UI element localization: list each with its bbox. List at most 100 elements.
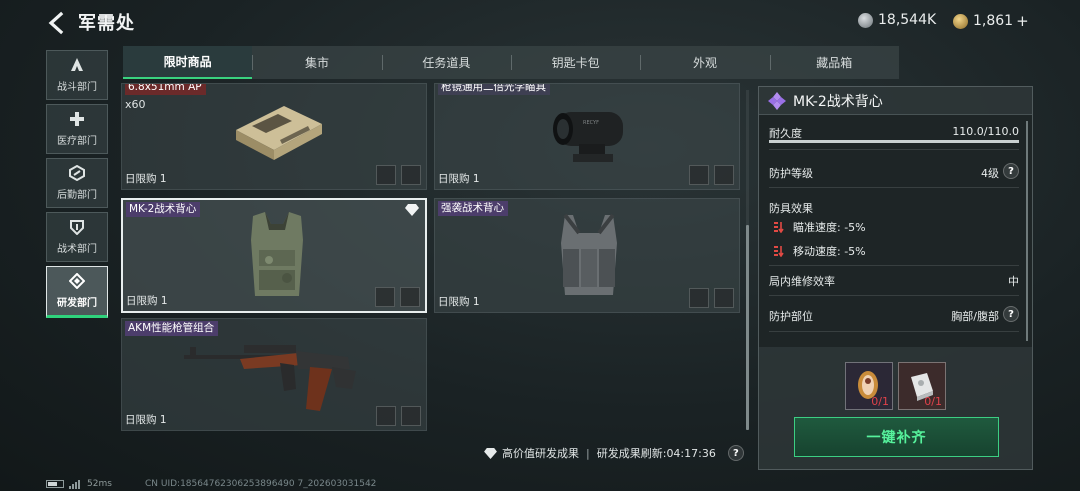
divider: [769, 265, 1019, 266]
repair-efficiency-row: 局内维修效率 中: [769, 273, 1019, 289]
debuff-icon: [774, 246, 784, 257]
refresh-timer: 04:17:36: [666, 446, 716, 460]
item-quantity: x60: [125, 98, 146, 111]
effect-label: 移动速度: -5%: [793, 245, 866, 258]
debuff-icon: [774, 222, 784, 233]
effect-row: 瞄准速度: -5%: [773, 219, 866, 235]
status-bar: 52ms: [46, 479, 112, 489]
gold-currency: 1,861 +: [953, 12, 1029, 30]
research-icon: [69, 273, 85, 289]
item-card-akm-barrel[interactable]: AKM性能枪管组合 日限购 1: [121, 318, 427, 431]
detail-scrollbar[interactable]: [1026, 121, 1028, 341]
vest-icon: [251, 212, 303, 296]
tab-key-cards[interactable]: 钥匙卡包: [510, 46, 640, 79]
area-value: 胸部/腹部: [951, 310, 999, 323]
item-name: 枪镜通用二倍光学瞄具: [438, 84, 550, 95]
daily-limit: 日限购 1: [438, 173, 480, 185]
item-card-scope[interactable]: 枪镜通用二倍光学瞄具 RECYF 日限购 1: [434, 83, 740, 190]
rifle-icon: [184, 345, 356, 411]
divider: [769, 331, 1019, 332]
durability-value: 110.0/110.0: [952, 125, 1019, 138]
nav-label: 研发部门: [57, 298, 97, 309]
tab-quest-items[interactable]: 任务道具: [381, 46, 511, 79]
help-button[interactable]: ?: [727, 445, 744, 461]
divider: [769, 295, 1019, 296]
separator: |: [586, 446, 590, 460]
item-detail-panel: MK-2战术背心 耐久度 110.0/110.0 防护等级 4级 ? 防具效果 …: [758, 86, 1033, 470]
high-value-label: 高价值研发成果: [502, 447, 579, 460]
durability-row: 耐久度 110.0/110.0: [769, 125, 1019, 141]
material-thumb: [376, 406, 396, 426]
tab-appearance[interactable]: 外观: [640, 46, 769, 79]
refresh-label: 研发成果刷新:: [596, 447, 667, 460]
protection-area-row: 防护部位 胸部/腹部 ?: [769, 306, 1019, 324]
material-thumb: [689, 288, 709, 308]
signal-icon: [69, 479, 81, 489]
ammo-box-icon: [236, 106, 322, 160]
nav-item-combat[interactable]: 战斗部门: [46, 50, 108, 100]
gold-coin-icon: [953, 13, 968, 29]
daily-limit: 日限购 1: [125, 414, 167, 426]
battery-icon: [46, 480, 64, 488]
daily-limit: 日限购 1: [438, 296, 480, 308]
scope-icon: RECYF: [553, 112, 623, 162]
item-card-assault-vest[interactable]: 强袭战术背心 日限购 1: [434, 198, 740, 313]
svg-text:RECYF: RECYF: [583, 120, 599, 126]
divider: [769, 187, 1019, 188]
repair-value: 中: [1008, 275, 1019, 288]
diamond-icon: [484, 447, 497, 459]
effect-row: 移动速度: -5%: [773, 243, 866, 259]
protection-level-row: 防护等级 4级 ?: [769, 163, 1019, 181]
silver-coin-icon: [858, 12, 873, 28]
material-slot[interactable]: 0/1: [845, 362, 893, 410]
divider: [769, 149, 1019, 150]
silver-amount: 18,544K: [878, 12, 937, 28]
resupply-button[interactable]: 一键补齐: [794, 417, 999, 457]
detail-stats: 耐久度 110.0/110.0 防护等级 4级 ? 防具效果 瞄准速度: -5%…: [759, 115, 1032, 347]
item-name: 强袭战术背心: [438, 201, 508, 216]
nav-item-tactical[interactable]: 战术部门: [46, 212, 108, 262]
detail-header: MK-2战术背心: [759, 87, 1032, 115]
back-arrow-icon[interactable]: [44, 10, 70, 36]
daily-limit: 日限购 1: [125, 173, 167, 185]
material-thumb: [376, 165, 396, 185]
add-currency-button[interactable]: +: [1016, 12, 1029, 30]
item-name: 6.8x51mm AP: [125, 84, 206, 95]
material-thumb: [714, 288, 734, 308]
protection-level-label: 防护等级: [769, 167, 813, 180]
nav-item-research[interactable]: 研发部门: [46, 266, 108, 318]
tab-bar: 限时商品 集市 任务道具 钥匙卡包 外观 藏品箱: [123, 46, 899, 79]
tab-market[interactable]: 集市: [252, 46, 381, 79]
nav-label: 后勤部门: [57, 190, 97, 201]
nav-item-medical[interactable]: 医疗部门: [46, 104, 108, 154]
durability-bar: [769, 140, 1019, 143]
shield-icon: [70, 220, 84, 235]
logistics-icon: [69, 165, 85, 181]
medical-cross-icon: [70, 112, 84, 126]
repair-label: 局内维修效率: [769, 275, 835, 288]
help-button[interactable]: ?: [1003, 163, 1019, 179]
help-button[interactable]: ?: [1003, 306, 1019, 322]
tab-limited-items[interactable]: 限时商品: [123, 46, 253, 79]
nav-label: 战斗部门: [57, 82, 97, 93]
item-list-scrollbar[interactable]: [746, 225, 749, 430]
nav-label: 医疗部门: [57, 136, 97, 147]
gold-amount: 1,861: [973, 13, 1014, 29]
material-thumb: [400, 287, 420, 307]
combat-icon: [71, 58, 83, 71]
item-name: MK-2战术背心: [126, 202, 201, 217]
item-card-mk2-vest[interactable]: MK-2战术背心 日限购 1: [121, 198, 427, 313]
material-thumb: [401, 406, 421, 426]
nav-item-logistics[interactable]: 后勤部门: [46, 158, 108, 208]
protection-level-value: 4级: [981, 167, 999, 180]
material-slot[interactable]: 0/1: [898, 362, 946, 410]
item-card-ammo[interactable]: 6.8x51mm AP x60 日限购 1: [121, 83, 427, 190]
area-label: 防护部位: [769, 310, 813, 323]
material-count: 0/1: [924, 395, 942, 408]
research-info-bar: 高价值研发成果 | 研发成果刷新: 04:17:36 ?: [484, 445, 744, 461]
detail-item-name: MK-2战术背心: [793, 93, 883, 110]
daily-limit: 日限购 1: [126, 295, 168, 307]
material-thumb: [375, 287, 395, 307]
tab-collection-box[interactable]: 藏品箱: [769, 46, 899, 79]
page-title: 军需处: [78, 13, 135, 34]
